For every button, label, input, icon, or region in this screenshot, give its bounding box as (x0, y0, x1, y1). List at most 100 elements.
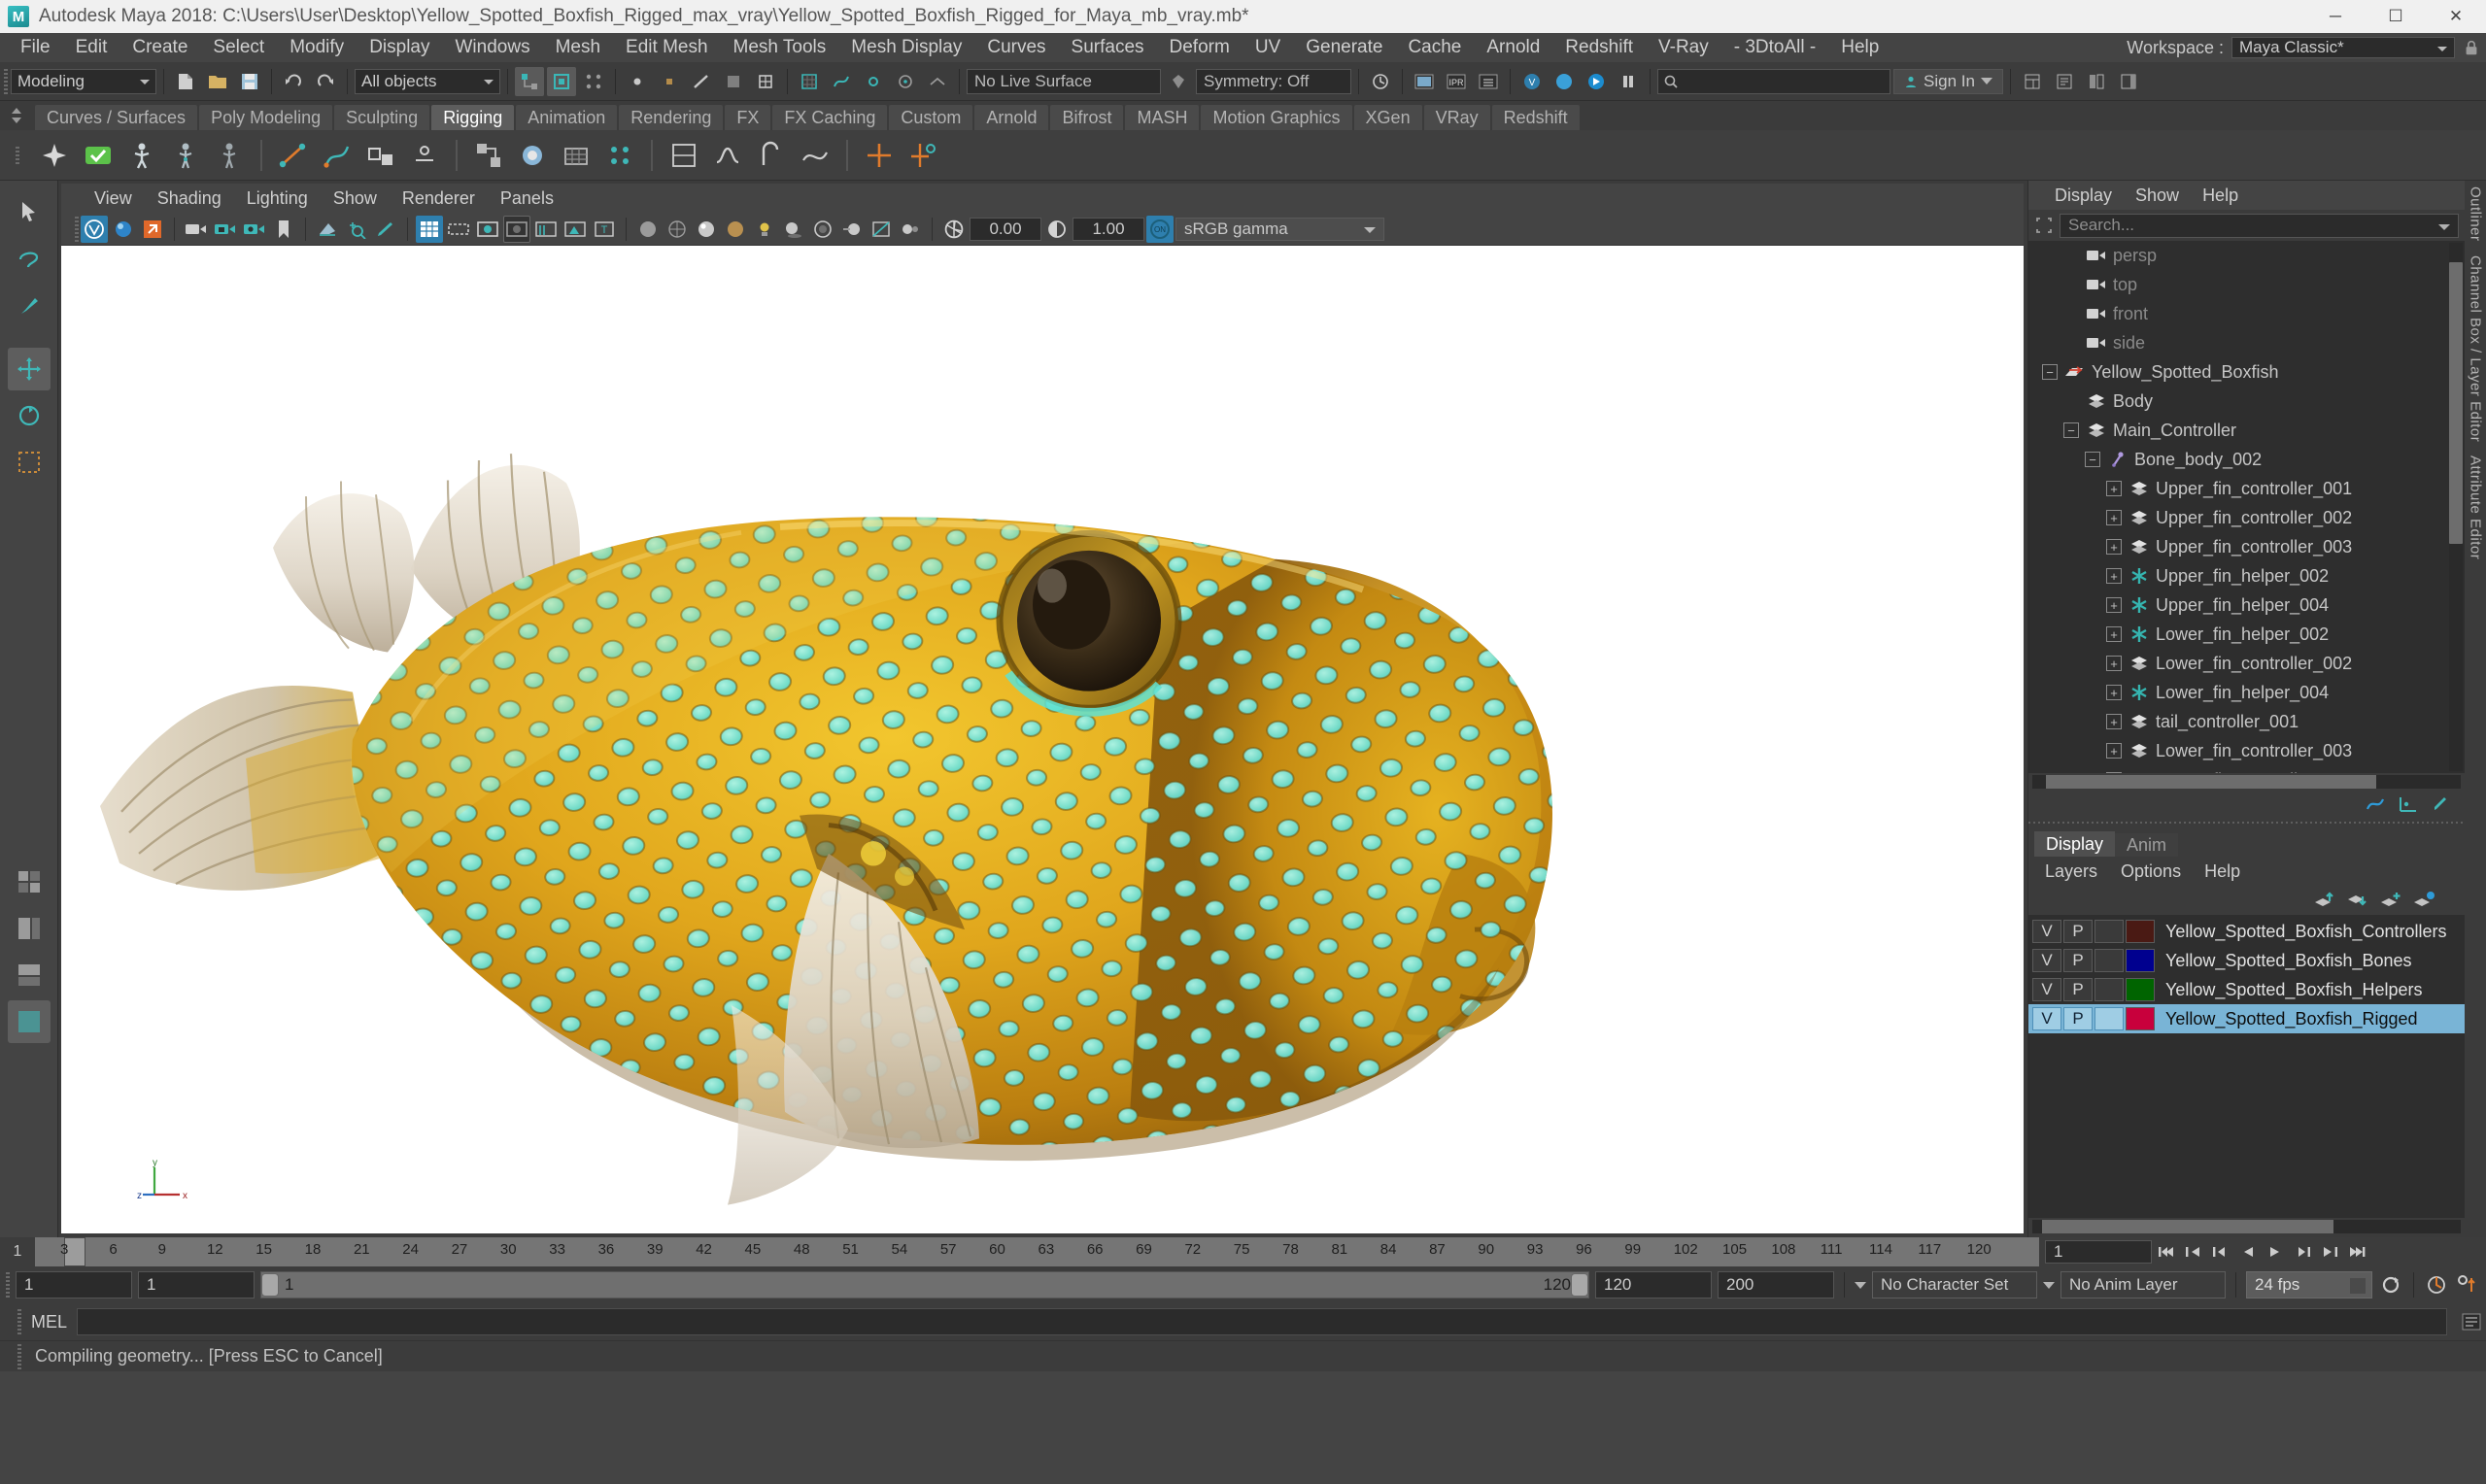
layers-menu-layers[interactable]: Layers (2034, 859, 2108, 884)
vray-render-button[interactable] (1549, 67, 1579, 96)
outliner-scroll-thumb[interactable] (2449, 262, 2463, 544)
shelf-tab-bifrost[interactable]: Bifrost (1050, 105, 1124, 130)
expand-toggle-icon[interactable]: + (2106, 510, 2122, 525)
outliner-menu-help[interactable]: Help (2192, 183, 2249, 208)
outliner-menu-display[interactable]: Display (2044, 183, 2123, 208)
minimize-button[interactable]: ─ (2305, 0, 2366, 33)
layer-row[interactable]: V P Yellow_Spotted_Boxfish_Helpers (2028, 975, 2465, 1004)
nonlinear-bend-icon[interactable] (752, 136, 791, 175)
playback-start-field[interactable]: 1 (138, 1271, 255, 1298)
range-end-handle[interactable] (1571, 1273, 1588, 1297)
outliner-item[interactable]: side (2028, 328, 2465, 357)
human-ik-icon[interactable] (122, 136, 161, 175)
outliner-item[interactable]: + Upper_fin_helper_004 (2028, 590, 2465, 620)
ambient-occlusion-icon[interactable] (809, 216, 836, 243)
render-current-frame-button[interactable] (1410, 67, 1439, 96)
open-scene-button[interactable] (203, 67, 232, 96)
script-editor-icon[interactable] (2457, 1308, 2486, 1335)
ipr-sphere-icon[interactable] (110, 216, 137, 243)
menu-mesh-display[interactable]: Mesh Display (838, 33, 974, 62)
shelf-tab-vray[interactable]: VRay (1423, 105, 1490, 130)
new-layer-icon[interactable] (2379, 891, 2402, 910)
maximize-button[interactable]: ☐ (2366, 0, 2426, 33)
range-slider-grip[interactable] (6, 1272, 10, 1298)
gate-mask-icon[interactable] (503, 215, 530, 243)
step-forward-frame-button[interactable] (2290, 1239, 2315, 1265)
viewport-3d[interactable]: y x z (61, 246, 2024, 1233)
depth-of-field-icon[interactable] (897, 216, 924, 243)
paint-skin-weights-icon[interactable] (513, 136, 552, 175)
shelf-tab-animation[interactable]: Animation (516, 105, 618, 130)
shaded-mode-icon[interactable] (634, 216, 662, 243)
save-scene-button[interactable] (235, 67, 264, 96)
select-by-component-button[interactable] (579, 67, 608, 96)
viewport-menu-view[interactable]: View (83, 186, 144, 211)
grid-toggle-icon[interactable] (416, 215, 443, 243)
lock-icon[interactable] (2463, 39, 2480, 56)
menu-3dtoall[interactable]: - 3DtoAll - (1721, 33, 1828, 62)
shelf-tab-arnold[interactable]: Arnold (974, 105, 1049, 130)
pause-render-button[interactable] (1614, 67, 1643, 96)
constraint-parent-icon[interactable] (361, 136, 400, 175)
contrast-icon[interactable] (1043, 216, 1071, 243)
vtab-outliner[interactable]: Outliner (2468, 186, 2484, 242)
expand-toggle-icon[interactable]: + (2106, 656, 2122, 671)
film-gate-icon[interactable] (445, 216, 472, 243)
layer-color-swatch[interactable] (2126, 949, 2155, 972)
exposure-field[interactable]: 0.00 (970, 217, 1041, 241)
layer-color-swatch[interactable] (2126, 920, 2155, 943)
shelf-tab-motion-graphics[interactable]: Motion Graphics (1201, 105, 1352, 130)
layer-shading-toggle[interactable] (2094, 920, 2124, 943)
shadows-icon[interactable] (780, 216, 807, 243)
select-tool-button[interactable] (8, 190, 51, 233)
layout-persp-outliner-button[interactable] (8, 907, 51, 950)
outliner-item[interactable]: + Lower_fin_controller_003 (2028, 736, 2465, 765)
camera-icon[interactable] (183, 216, 210, 243)
menu-vray[interactable]: V-Ray (1646, 33, 1721, 62)
twopoint-zoom-icon[interactable] (343, 216, 370, 243)
outliner-item[interactable]: + Lower_fin_controller_002 (2028, 649, 2465, 678)
layer-list[interactable]: V P Yellow_Spotted_Boxfish_Controllers V P Ye… (2028, 915, 2465, 1218)
graph-editor-icon[interactable] (2399, 795, 2418, 813)
snap-point-button[interactable] (859, 67, 888, 96)
shelf-tab-fx-caching[interactable]: FX Caching (772, 105, 888, 130)
color-management-select[interactable]: sRGB gamma (1175, 217, 1384, 241)
component-point-button[interactable] (623, 67, 652, 96)
menu-edit[interactable]: Edit (63, 33, 120, 62)
layers-menu-help[interactable]: Help (2194, 859, 2251, 884)
current-frame-field[interactable]: 1 (2045, 1240, 2152, 1264)
search-input[interactable] (1657, 68, 1890, 94)
character-set-chevron-icon[interactable] (1855, 1281, 1866, 1289)
play-forwards-button[interactable] (2263, 1239, 2288, 1265)
snap-grid-button[interactable] (795, 67, 824, 96)
soft-modification-icon[interactable] (708, 136, 747, 175)
go-to-start-button[interactable] (2154, 1239, 2179, 1265)
playback-end-field[interactable]: 120 (1595, 1271, 1712, 1298)
vray-vfb-icon[interactable] (81, 215, 108, 243)
grease-pencil-icon[interactable] (372, 216, 399, 243)
menu-windows[interactable]: Windows (443, 33, 543, 62)
play-backwards-button[interactable] (2235, 1239, 2261, 1265)
shelf-tab-curves-surfaces[interactable]: Curves / Surfaces (35, 105, 198, 130)
vtab-channel-box[interactable]: Channel Box / Layer Editor (2468, 255, 2484, 442)
expand-toggle-icon[interactable]: + (2106, 568, 2122, 584)
make-live-button[interactable] (1164, 67, 1193, 96)
vray-vfb-button[interactable]: V (1517, 67, 1547, 96)
outliner-item[interactable]: persp (2028, 241, 2465, 270)
menu-deform[interactable]: Deform (1157, 33, 1243, 62)
layer-playback-toggle[interactable]: P (2063, 978, 2093, 1001)
live-surface-field[interactable]: No Live Surface (967, 68, 1161, 94)
show-modeling-toolkit-button[interactable] (2114, 67, 2143, 96)
expand-toggle-icon[interactable]: + (2106, 597, 2122, 613)
layer-row[interactable]: V P Yellow_Spotted_Boxfish_Controllers (2028, 917, 2465, 946)
expand-toggle-icon[interactable]: + (2106, 743, 2122, 759)
shelf-tab-xgen[interactable]: XGen (1353, 105, 1422, 130)
text-overlay-icon[interactable]: T (591, 216, 618, 243)
time-slider-ticks[interactable]: 3 6 9 12 15 18 21 24 27 30 33 36 39 42 45 48 51 54 57 60 63 6… (35, 1237, 2039, 1266)
shelf-tab-poly-modeling[interactable]: Poly Modeling (199, 105, 333, 130)
expand-brackets-icon[interactable] (2034, 216, 2054, 235)
layer-visibility-toggle[interactable]: V (2032, 920, 2061, 943)
aperture-icon[interactable] (940, 216, 968, 243)
outliner-item[interactable]: + Upper_fin_helper_002 (2028, 561, 2465, 590)
layout-four-view-button[interactable] (8, 860, 51, 903)
